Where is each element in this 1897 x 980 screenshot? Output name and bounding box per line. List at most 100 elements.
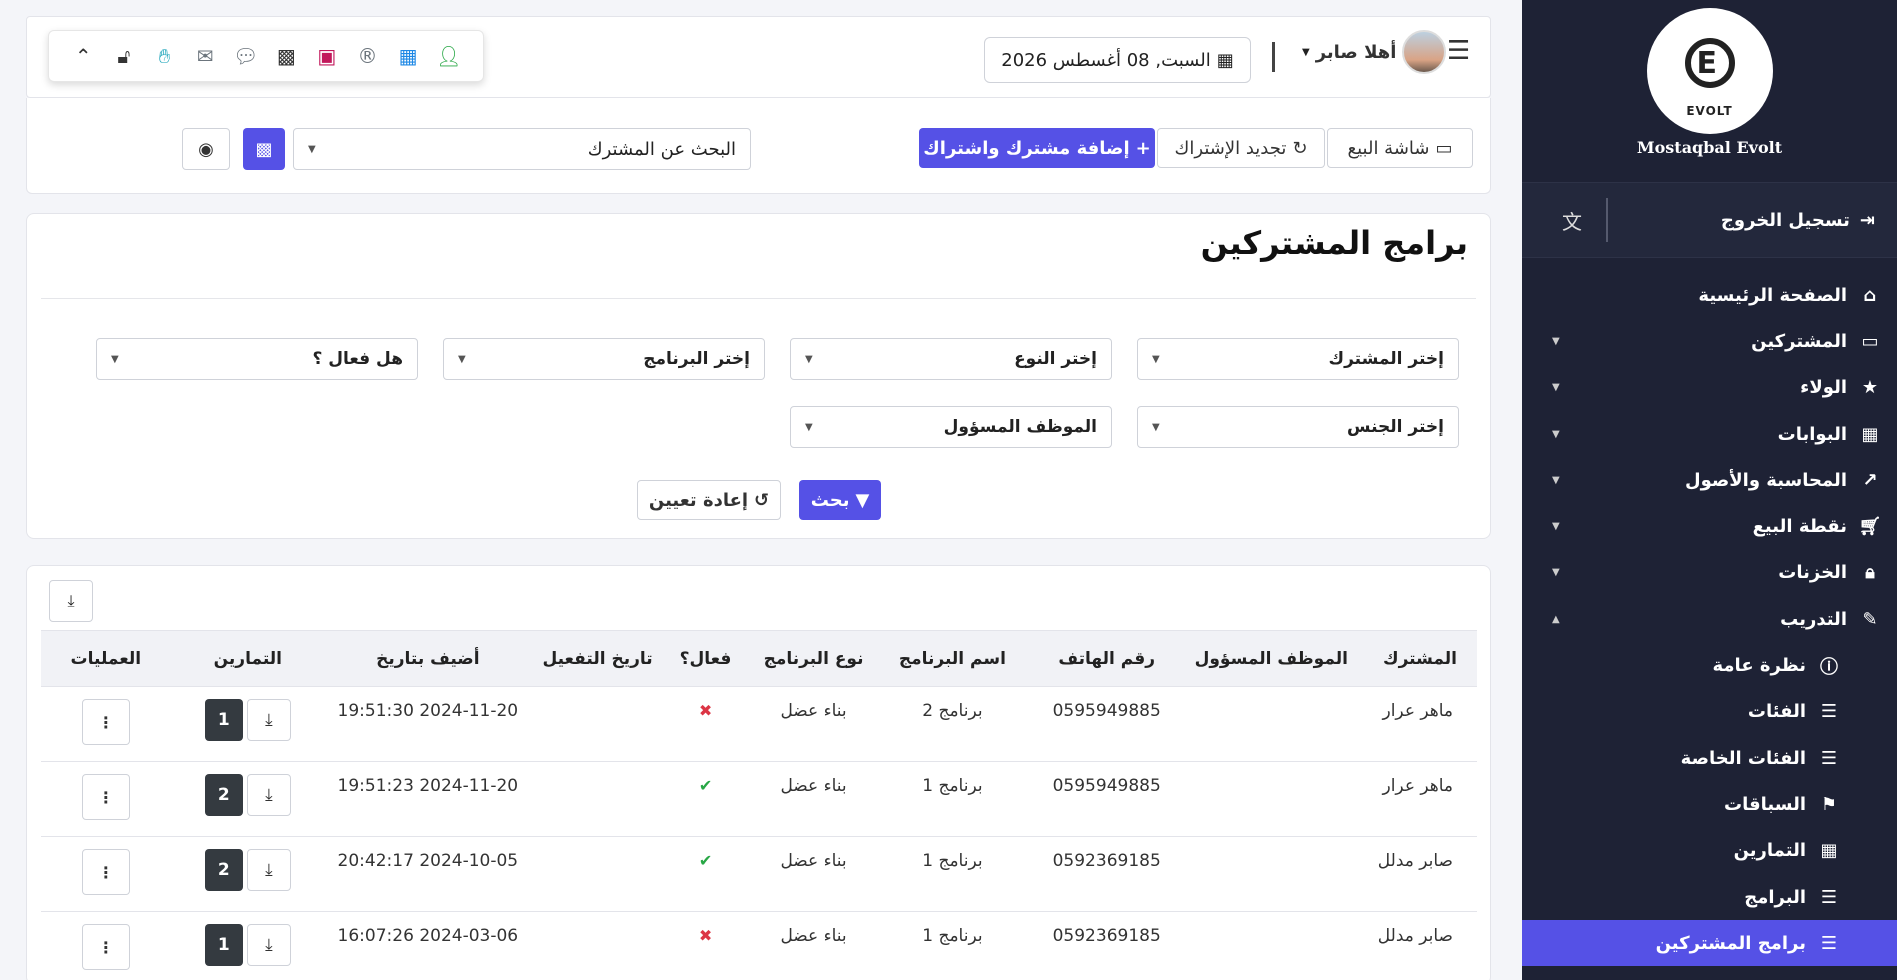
cell-program-type: بناء عضل <box>746 836 881 912</box>
sidebar-item-races[interactable]: ⚑ السباقات <box>1522 781 1897 827</box>
exercises-count-button[interactable]: 1 <box>204 924 243 966</box>
cell-program-type: بناء عضل <box>746 761 881 837</box>
chevron-down-icon: ▼ <box>1552 474 1560 486</box>
sidebar-item-accounting[interactable]: ↗ المحاسبة والأصول ▼ <box>1522 457 1897 503</box>
col-activation-date: تاريخ التفعيل <box>530 630 665 687</box>
sidebar-item-training[interactable]: ✎ التدريب ▲ <box>1522 596 1897 642</box>
chevron-down-icon: ▼ <box>1552 335 1560 347</box>
chevron-down-icon: ▼ <box>1552 428 1560 440</box>
reset-label: إعادة تعيين <box>648 489 749 511</box>
subscriber-select[interactable]: إختر المشترك ▼ <box>1137 338 1459 380</box>
logo: E EVOLT <box>1646 8 1773 134</box>
download-icon: ⤓ <box>265 860 273 880</box>
sidebar-item-home[interactable]: ⌂ الصفحة الرئيسية <box>1522 272 1897 318</box>
is-active-select[interactable]: هل فعال ؟ ▼ <box>96 338 418 380</box>
download-exercises-button[interactable]: ⤓ <box>246 699 291 741</box>
sidebar-top-bar: ⇥ تسجيل الخروج 文 <box>1522 182 1897 258</box>
cell-phone: 0595949885 <box>1024 761 1189 837</box>
cell-program-type: بناء عضل <box>746 911 881 980</box>
download-icon: ⤓ <box>265 710 273 730</box>
sidebar-item-programs[interactable]: ☰ البرامج <box>1522 874 1897 920</box>
sidebar-item-categories[interactable]: ☰ الفئات <box>1522 689 1897 735</box>
row-actions-button[interactable]: ⋮ <box>81 849 130 895</box>
search-button[interactable]: ▼ بحث <box>799 480 881 520</box>
camera-button[interactable]: ◉ <box>182 128 230 170</box>
add-subscriber-button[interactable]: + إضافة مشترك واشتراك <box>919 128 1155 168</box>
employee-select[interactable]: الموظف المسؤول ▼ <box>790 406 1112 448</box>
sidebar-item-exercises[interactable]: ▦ التمارين <box>1522 828 1897 874</box>
exercises-count-button[interactable]: 2 <box>204 849 243 891</box>
sidebar-item-special-categories[interactable]: ☰ الفئات الخاصة <box>1522 735 1897 781</box>
calendar-icon[interactable]: ▦ <box>393 44 423 68</box>
hand-icon[interactable]: ✋︎ <box>149 44 179 68</box>
download-exercises-button[interactable]: ⤓ <box>246 849 291 891</box>
check-icon: ✔ <box>698 776 713 795</box>
sidebar-item-gates[interactable]: ▦ البوابات ▼ <box>1522 411 1897 457</box>
user-greeting: أهلا صابر <box>1315 41 1397 63</box>
cell-phone: 0592369185 <box>1024 836 1189 912</box>
cell-phone: 0592369185 <box>1024 911 1189 980</box>
sidebar-item-subscribers[interactable]: ▭ المشتركين ▼ <box>1522 318 1897 364</box>
subscriber-search-select[interactable]: البحث عن المشترك ▼ <box>293 128 751 170</box>
money-icon[interactable]: ▣ <box>312 44 342 68</box>
cell-added-date: 2024-10-05 20:42:17 <box>324 836 531 912</box>
date-text: السبت, 08 أغسطس 2026 <box>1001 49 1211 71</box>
download-exercises-button[interactable]: ⤓ <box>246 774 291 816</box>
cell-employee <box>1188 761 1354 837</box>
qrcode-icon: ▩ <box>255 138 273 160</box>
col-active: فعال؟ <box>664 630 747 687</box>
sidebar-item-subscriber-programs[interactable]: ☰ برامج المشتركين <box>1522 920 1897 967</box>
qr-scan-button[interactable]: ▩ <box>243 128 285 170</box>
download-exercises-button[interactable]: ⤓ <box>246 924 291 966</box>
quick-toolbar: ⌃ 🔓︎ ✋︎ ✉ 💬︎ ▩ ▣ ® ▦ 👤︎ <box>48 30 484 82</box>
row-actions-button[interactable]: ⋮ <box>81 699 130 745</box>
qrcode-icon[interactable]: ▩ <box>271 44 301 68</box>
translate-icon[interactable]: 文 <box>1562 206 1582 235</box>
logout-icon: ⇥ <box>1859 209 1875 231</box>
cell-program-type: بناء عضل <box>746 686 881 762</box>
user-plus-icon[interactable]: 👤︎ <box>434 44 464 68</box>
page-title: برامج المشتركين <box>1200 224 1468 262</box>
table-row: صابر مدلل 0592369185 برنامج 1 بناء عضل ✖… <box>41 911 1477 980</box>
cell-program-name: برنامج 1 <box>880 761 1025 837</box>
reset-button[interactable]: ↺ إعادة تعيين <box>637 480 781 520</box>
table-row: ماهر عرار 0595949885 برنامج 1 بناء عضل ✔… <box>41 761 1477 837</box>
flag-icon: ⚑ <box>1820 793 1838 815</box>
chevron-up-icon[interactable]: ⌃ <box>68 44 98 68</box>
cell-active: ✔ <box>664 836 747 912</box>
row-actions-button[interactable]: ⋮ <box>81 774 130 820</box>
unlock-icon[interactable]: 🔓︎ <box>109 44 139 68</box>
sidebar-item-overview[interactable]: ⓘ نظرة عامة <box>1522 642 1897 688</box>
laptop-icon: ▭ <box>1861 330 1879 352</box>
hamburger-icon[interactable]: ☰ <box>1447 36 1470 66</box>
gender-select[interactable]: إختر الجنس ▼ <box>1137 406 1459 448</box>
program-select[interactable]: إختر البرنامج ▼ <box>443 338 765 380</box>
cell-subscriber: صابر مدلل <box>1353 911 1477 980</box>
chevron-down-icon: ▼ <box>111 353 119 365</box>
date-display: ▦ السبت, 08 أغسطس 2026 <box>984 37 1251 83</box>
registered-icon[interactable]: ® <box>352 44 382 68</box>
ellipsis-vertical-icon: ⋮ <box>97 712 114 732</box>
row-actions-button[interactable]: ⋮ <box>81 924 130 970</box>
exercises-count-button[interactable]: 2 <box>204 774 243 816</box>
exercises-count-button[interactable]: 1 <box>204 699 243 741</box>
logout-button[interactable]: ⇥ تسجيل الخروج <box>1721 210 1875 231</box>
chevron-down-icon: ▼ <box>805 353 813 365</box>
comment-icon[interactable]: 💬︎ <box>231 44 261 68</box>
pos-screen-button[interactable]: ▭ شاشة البيع <box>1327 128 1473 168</box>
user-menu[interactable]: أهلا صابر ▼ <box>1302 30 1447 74</box>
col-employee: الموظف المسؤول <box>1188 630 1354 687</box>
type-select[interactable]: إختر النوع ▼ <box>790 338 1112 380</box>
sidebar-item-pos[interactable]: 🛒︎ نقطة البيع ▼ <box>1522 503 1897 549</box>
search-label: بحث <box>810 489 850 511</box>
cell-added-date: 2024-11-20 19:51:30 <box>324 686 531 762</box>
cell-active: ✖ <box>664 686 747 762</box>
sidebar-item-safes[interactable]: 🔒︎ الخزنات ▼ <box>1522 550 1897 596</box>
lock-icon: 🔒︎ <box>1865 562 1875 584</box>
envelope-icon[interactable]: ✉ <box>190 44 220 68</box>
sidebar-item-loyalty[interactable]: ★ الولاء ▼ <box>1522 365 1897 411</box>
renew-subscription-button[interactable]: ↻ تجديد الإشتراك <box>1157 128 1325 168</box>
export-button[interactable]: ⤓ <box>49 580 93 622</box>
search-placeholder: البحث عن المشترك <box>587 138 736 160</box>
cell-program-name: برنامج 2 <box>880 686 1025 762</box>
